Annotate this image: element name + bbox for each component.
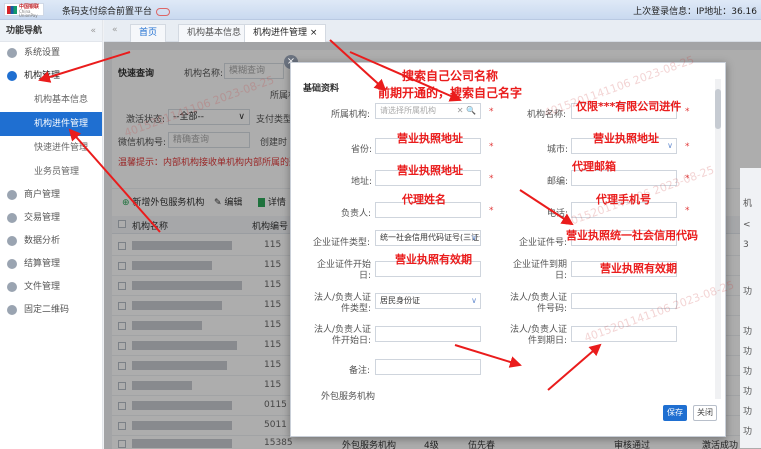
arrow-to-legal-end: [547, 343, 602, 391]
arrow-to-org-onboarding: [68, 128, 161, 233]
arrow-to-belongs-org: [349, 51, 462, 102]
arrow-to-cert-no: [519, 189, 574, 226]
arrow-to-org-management: [38, 51, 131, 83]
annotation-arrows: [38, 39, 602, 391]
arrow-to-legal-start: [454, 344, 522, 368]
arrow-to-modal: [329, 39, 387, 92]
